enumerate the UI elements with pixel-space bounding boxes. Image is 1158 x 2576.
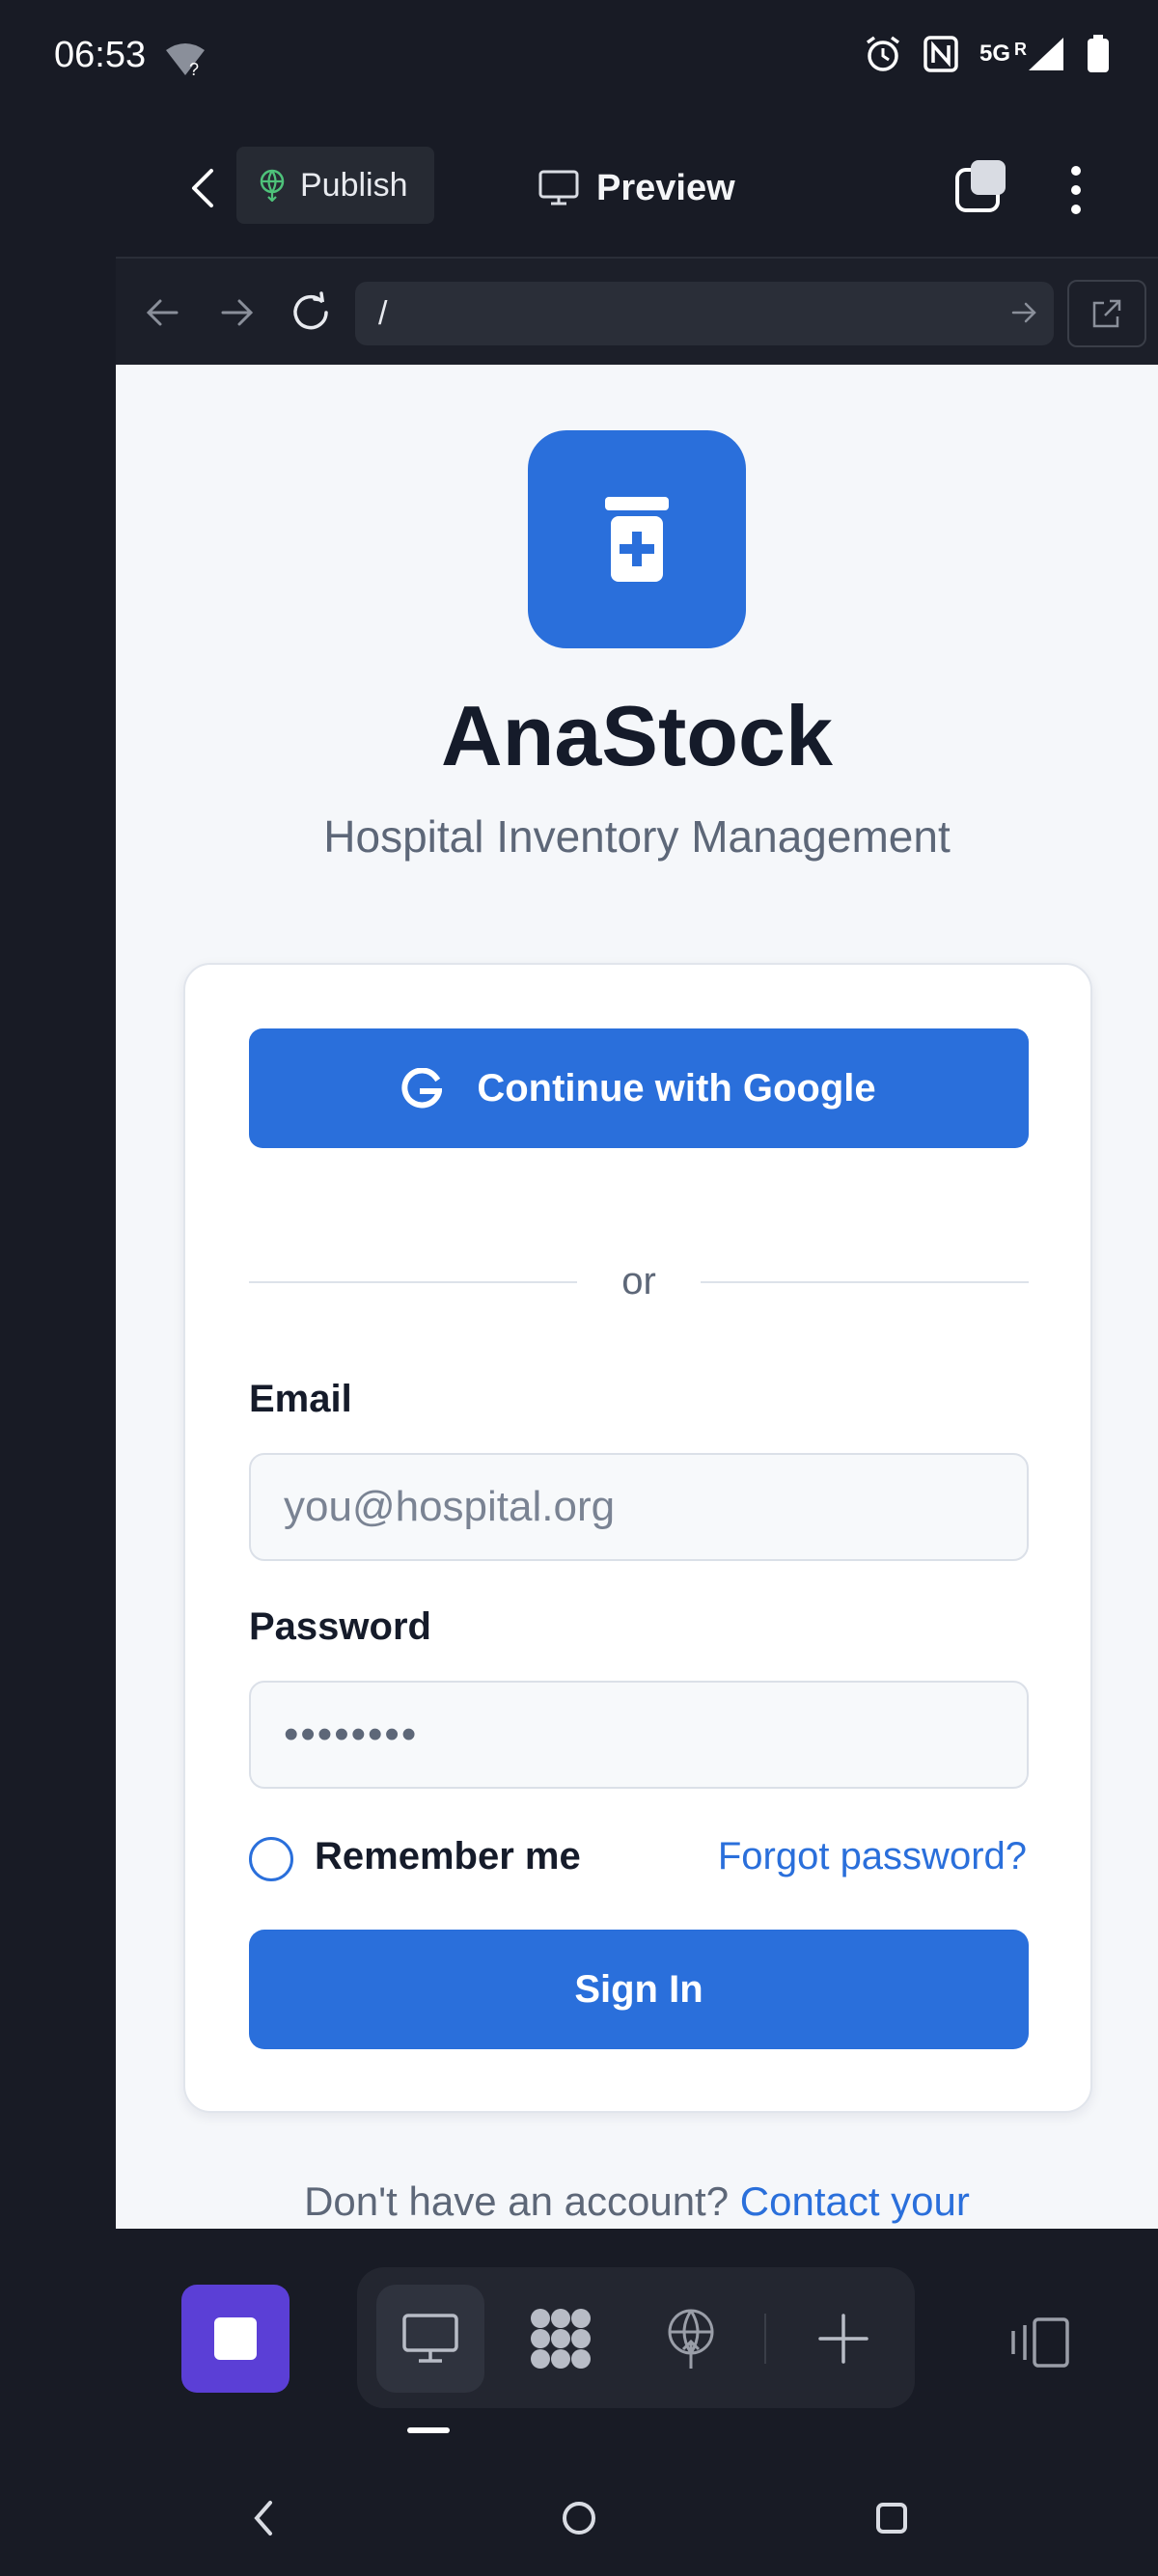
medicine-bottle-icon	[605, 497, 669, 582]
preview-tab[interactable]: Preview	[538, 154, 735, 222]
email-placeholder: you@hospital.org	[284, 1483, 616, 1530]
battery-icon	[1087, 35, 1110, 78]
active-tab-indicator	[407, 2427, 450, 2433]
wifi-question-icon: ?	[164, 41, 207, 84]
preview-label: Preview	[596, 167, 735, 208]
app-bar: Publish Preview	[116, 135, 1158, 251]
nfc-icon	[924, 36, 958, 77]
publish-globe-icon	[260, 169, 285, 202]
external-link-icon	[1092, 299, 1121, 328]
monitor-icon	[538, 170, 579, 206]
signal-group: 5G R	[979, 36, 1065, 77]
stop-icon	[214, 2317, 257, 2360]
layout-toggle-button[interactable]	[994, 2304, 1081, 2381]
browser-toolbar: /	[116, 257, 1158, 365]
url-bar[interactable]: /	[355, 282, 1054, 345]
google-button-label: Continue with Google	[477, 1066, 876, 1110]
publish-label: Publish	[300, 166, 408, 204]
sign-in-label: Sign In	[574, 1967, 703, 2011]
network-label: 5G	[979, 41, 1010, 67]
browser-back-button[interactable]	[137, 288, 187, 338]
signup-prompt: Don't have an account? Contact your	[116, 2179, 1158, 2225]
home-circle-icon	[563, 2502, 595, 2535]
add-button[interactable]	[789, 2285, 897, 2393]
tabs-icon	[955, 160, 1006, 212]
divider-line-right	[701, 1281, 1029, 1283]
system-recents-button[interactable]	[853, 2489, 930, 2547]
system-back-button[interactable]	[224, 2489, 301, 2547]
publish-tool-button[interactable]	[637, 2285, 745, 2393]
contact-admin-link[interactable]: Contact your	[740, 2179, 970, 2224]
tabs-button[interactable]	[953, 156, 1021, 224]
google-icon	[401, 1068, 443, 1109]
status-icons: 5G R	[864, 35, 1110, 78]
reload-icon	[293, 291, 328, 330]
password-field[interactable]: ••••••••	[249, 1681, 1029, 1789]
system-home-button[interactable]	[540, 2489, 618, 2547]
sign-in-button[interactable]: Sign In	[249, 1930, 1029, 2049]
open-external-button[interactable]	[1067, 280, 1146, 347]
chevron-left-icon	[192, 169, 213, 207]
remember-me-checkbox[interactable]	[249, 1837, 293, 1881]
components-button[interactable]	[507, 2285, 615, 2393]
back-button[interactable]	[174, 159, 232, 217]
publish-globe-icon	[668, 2309, 714, 2369]
password-value: ••••••••	[284, 1711, 419, 1758]
url-text: /	[378, 294, 388, 332]
arrow-right-icon	[221, 299, 254, 326]
split-view-icon	[1011, 2317, 1069, 2368]
status-bar: 06:53 ? 5G R	[0, 0, 1158, 116]
desktop-preview-button[interactable]	[376, 2285, 484, 2393]
signal-icon	[1027, 36, 1065, 77]
url-go-icon[interactable]	[1011, 295, 1038, 339]
plus-icon	[818, 2314, 868, 2364]
svg-text:?: ?	[189, 60, 199, 79]
status-time: 06:53	[54, 35, 147, 75]
continue-with-google-button[interactable]: Continue with Google	[249, 1028, 1029, 1148]
divider-line-left	[249, 1281, 577, 1283]
app-subtitle: Hospital Inventory Management	[323, 811, 951, 862]
divider-or-text: or	[621, 1260, 656, 1302]
webpage-viewport: AnaStock Hospital Inventory Management C…	[116, 365, 1158, 2229]
alarm-icon	[864, 35, 902, 78]
password-label: Password	[249, 1605, 431, 1648]
monitor-icon	[402, 2314, 458, 2363]
browser-reload-button[interactable]	[286, 288, 336, 338]
more-options-button[interactable]	[1057, 156, 1095, 224]
blocks-icon	[531, 2309, 591, 2369]
publish-button[interactable]: Publish	[236, 147, 434, 224]
roaming-label: R	[1014, 40, 1027, 59]
toolbar-separator	[764, 2314, 766, 2364]
chevron-left-icon	[254, 2501, 272, 2535]
login-card: Continue with Google or Email you@hospit…	[183, 963, 1092, 2113]
more-vertical-icon	[1071, 166, 1081, 214]
bottom-toolbar	[0, 2248, 1158, 2441]
remember-me-label[interactable]: Remember me	[315, 1835, 581, 1878]
stop-button[interactable]	[181, 2285, 290, 2393]
system-navigation-bar	[0, 2470, 1158, 2576]
browser-forward-button[interactable]	[212, 288, 262, 338]
forgot-password-link[interactable]: Forgot password?	[718, 1835, 1027, 1878]
app-logo	[528, 430, 746, 648]
recents-square-icon	[876, 2503, 907, 2534]
email-label: Email	[249, 1378, 352, 1420]
tool-group	[357, 2267, 915, 2408]
email-field[interactable]: you@hospital.org	[249, 1453, 1029, 1561]
signup-prefix: Don't have an account?	[304, 2179, 730, 2224]
arrow-left-icon	[146, 299, 179, 326]
app-title: AnaStock	[441, 688, 833, 783]
